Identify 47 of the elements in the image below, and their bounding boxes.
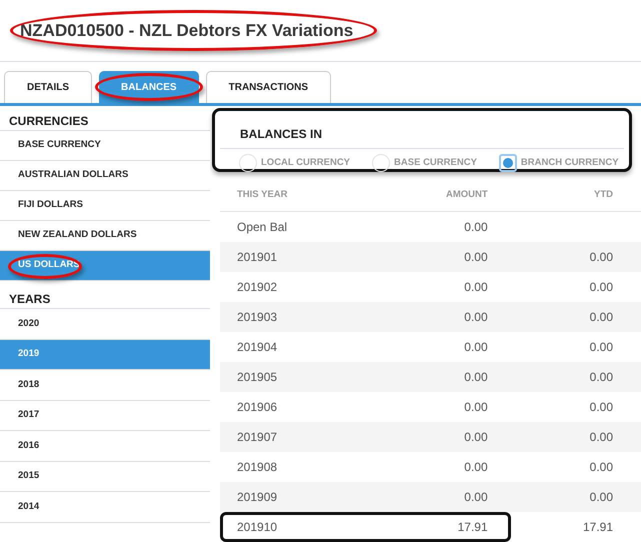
page-title: NZAD010500 - NZL Debtors FX Variations bbox=[20, 20, 354, 42]
tab[interactable]: TRANSACTIONS bbox=[206, 71, 332, 103]
table-cell-text: 0.00 bbox=[463, 219, 488, 236]
table-cell-text: 0.00 bbox=[463, 459, 488, 476]
year-item[interactable]: 2015 bbox=[0, 462, 210, 492]
column-header: THIS YEAR bbox=[237, 188, 289, 202]
table-cell-text: 0.00 bbox=[463, 399, 488, 416]
table-cell-text: 0.00 bbox=[463, 249, 488, 266]
radio-button[interactable] bbox=[372, 154, 390, 172]
table-cell-text: 201909 bbox=[237, 489, 278, 506]
table-cell-text: 201907 bbox=[237, 429, 278, 446]
table-cell-text: 0.00 bbox=[588, 489, 613, 506]
table-cell-text: 201901 bbox=[237, 249, 278, 266]
table-cell-text: Open Bal bbox=[237, 219, 288, 236]
table-cell-text: 201910 bbox=[237, 519, 278, 536]
table-cell-text: 0.00 bbox=[588, 429, 613, 446]
table-cell-text: 201905 bbox=[237, 369, 278, 386]
table-cell-text: 0.00 bbox=[463, 489, 488, 506]
table-cell-text: 201903 bbox=[237, 309, 278, 326]
table-cell-text: 201908 bbox=[237, 459, 278, 476]
radio-label: BASE CURRENCY bbox=[394, 156, 477, 170]
table-cell-text: 0.00 bbox=[588, 309, 613, 326]
table-cell-text: 201904 bbox=[237, 339, 278, 356]
table-cell-text: 17.91 bbox=[582, 519, 613, 536]
radio-button[interactable] bbox=[239, 154, 257, 172]
table-cell-text: 0.00 bbox=[588, 459, 613, 476]
year-item[interactable]: 2017 bbox=[0, 400, 210, 431]
radio-label: LOCAL CURRENCY bbox=[261, 156, 350, 170]
table-cell-text: 0.00 bbox=[463, 369, 488, 386]
radio-label: BRANCH CURRENCY bbox=[520, 156, 619, 170]
column-header: YTD bbox=[593, 188, 613, 202]
table-cell-text: 0.00 bbox=[588, 249, 613, 266]
table-cell-text: 0.00 bbox=[588, 399, 613, 416]
table-cell-text: 0.00 bbox=[463, 309, 488, 326]
table-cell-text: 0.00 bbox=[588, 369, 613, 386]
table-cell-text: 201906 bbox=[237, 399, 278, 416]
table-cell-text: 0.00 bbox=[463, 429, 488, 446]
column-header: AMOUNT bbox=[444, 188, 488, 202]
tab[interactable]: DETAILS bbox=[4, 71, 92, 103]
panel-heading: BALANCES IN bbox=[240, 127, 322, 141]
table-cell-text: 0.00 bbox=[588, 279, 613, 296]
table-cell-text: 201902 bbox=[237, 279, 278, 296]
table-cell-text: 0.00 bbox=[463, 339, 488, 356]
table-cell-text: 17.91 bbox=[456, 519, 488, 536]
table-cell-text: 0.00 bbox=[463, 279, 488, 296]
table-cell-text: 0.00 bbox=[588, 339, 613, 356]
radio-button[interactable] bbox=[498, 154, 517, 172]
